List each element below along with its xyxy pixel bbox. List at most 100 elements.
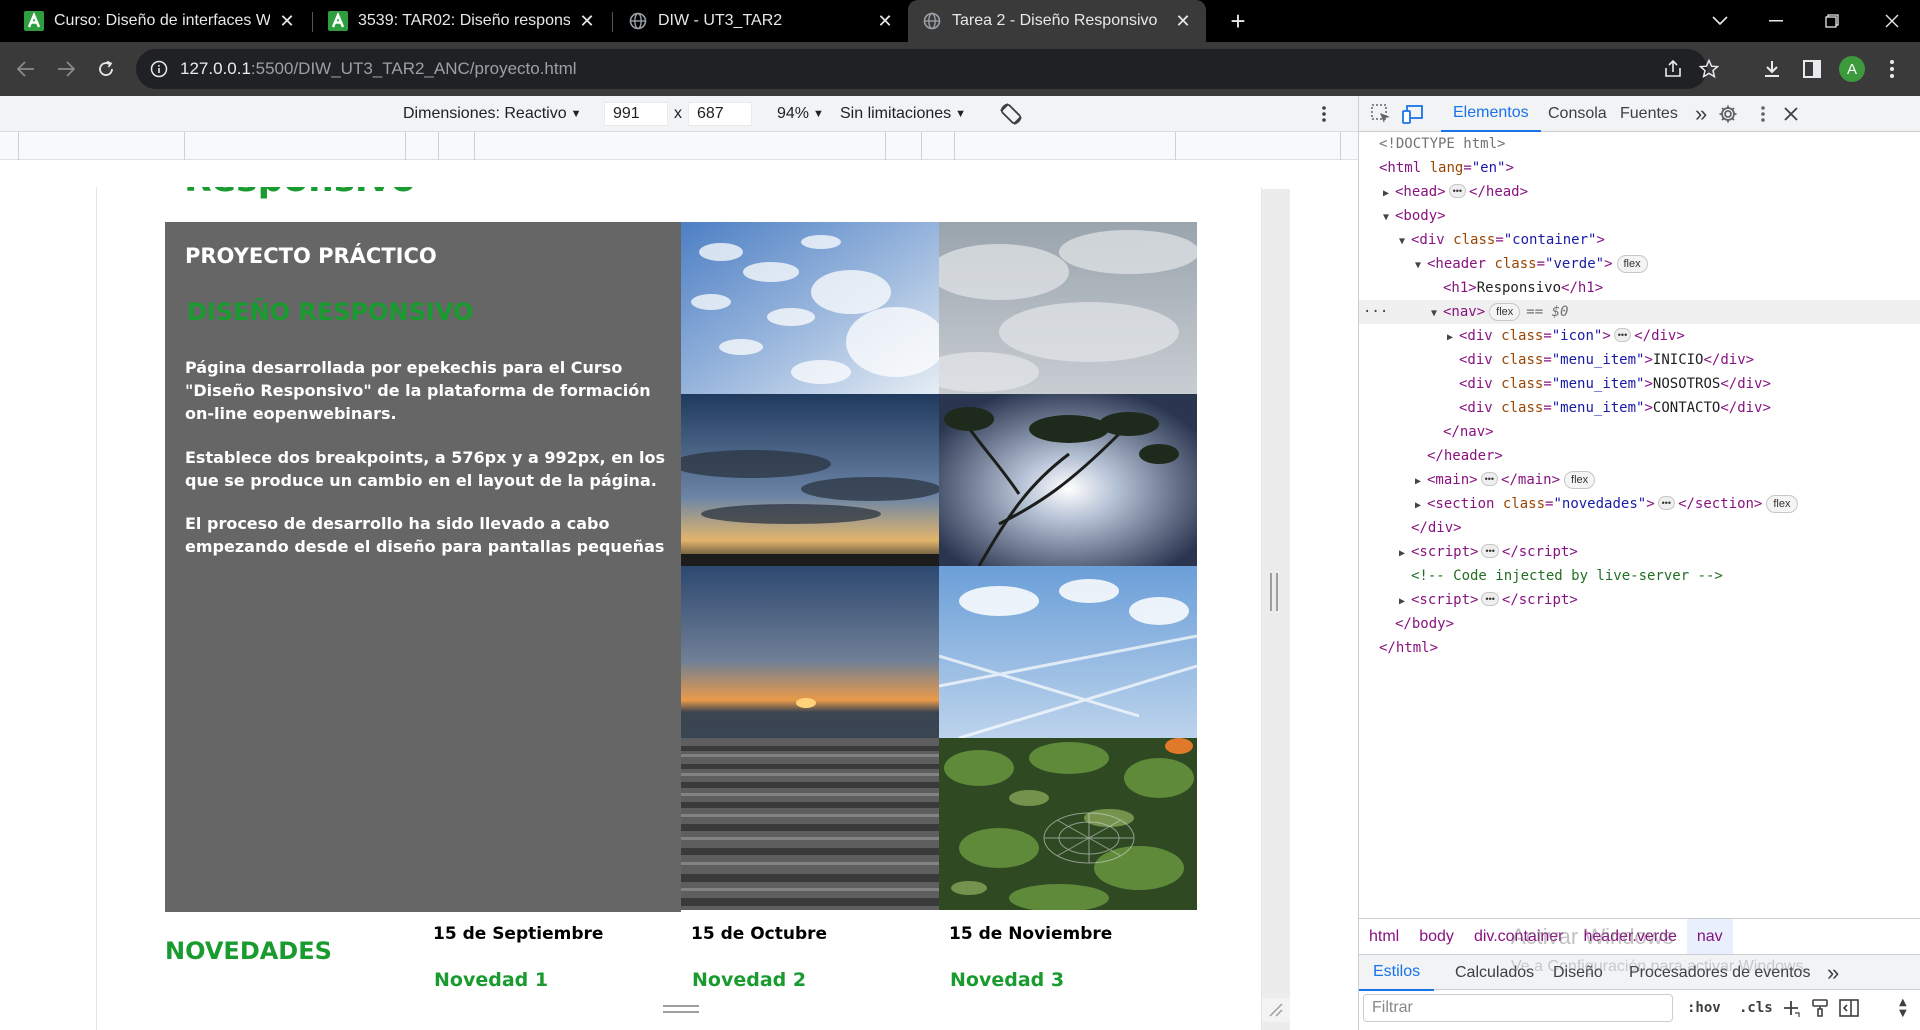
breadcrumb-header[interactable]: header.verde xyxy=(1573,919,1686,955)
tab-consola[interactable]: Consola xyxy=(1536,96,1619,132)
side-panel-icon[interactable] xyxy=(1794,51,1830,87)
flex-badge[interactable]: flex xyxy=(1616,255,1648,273)
dom-node-body[interactable]: ▼ <body> xyxy=(1359,204,1920,228)
more-options-icon[interactable]: ··· xyxy=(1363,300,1388,324)
paint-brush-icon[interactable] xyxy=(1811,994,1829,1022)
tab-diseno[interactable]: Diseño xyxy=(1541,955,1615,991)
flex-badge[interactable]: flex xyxy=(1564,471,1596,489)
window-close-icon[interactable] xyxy=(1864,0,1920,42)
dom-doctype[interactable]: <!DOCTYPE html> xyxy=(1359,132,1920,156)
new-style-rule-icon[interactable] xyxy=(1781,994,1801,1022)
toggle-sidebar-icon[interactable] xyxy=(1839,994,1859,1022)
dom-node-menu-item[interactable]: <div class="menu_item">INICIO</div> xyxy=(1359,348,1920,372)
close-icon[interactable]: ✕ xyxy=(1174,11,1192,32)
dom-node-main[interactable]: ▶ <main> ••• </main> flex xyxy=(1359,468,1920,492)
settings-gear-icon[interactable] xyxy=(1716,102,1740,126)
moodle-a-icon xyxy=(24,11,44,31)
dom-node-script[interactable]: ▶ <script> ••• </script> xyxy=(1359,588,1920,612)
dom-node-html-close[interactable]: </html> xyxy=(1359,636,1920,660)
close-icon[interactable]: ✕ xyxy=(278,11,296,32)
restore-icon[interactable] xyxy=(1804,0,1860,42)
inspect-element-icon[interactable] xyxy=(1369,102,1393,126)
zoom-dropdown[interactable]: 94% ▼ xyxy=(777,96,824,132)
tab-title: DIW - UT3_TAR2 xyxy=(658,12,783,29)
dom-node-comment[interactable]: <!-- Code injected by live-server --> xyxy=(1359,564,1920,588)
tab-search-chevron-icon[interactable] xyxy=(1692,0,1748,42)
dom-node-html[interactable]: <html lang="en"> xyxy=(1359,156,1920,180)
scroll-arrows-icon[interactable]: ▲ ▼ xyxy=(1899,994,1907,1022)
dom-node-script[interactable]: ▶ <script> ••• </script> xyxy=(1359,540,1920,564)
caret-down-icon: ▼ xyxy=(813,108,824,120)
device-toggle-icon[interactable] xyxy=(1401,102,1425,126)
dom-node-menu-item[interactable]: <div class="menu_item">NOSOTROS</div> xyxy=(1359,372,1920,396)
close-devtools-icon[interactable] xyxy=(1779,102,1803,126)
novedad-name: Novedad 1 xyxy=(434,969,549,991)
reload-icon[interactable] xyxy=(88,51,124,87)
tab-estilos[interactable]: Estilos xyxy=(1359,955,1435,991)
tab-curso[interactable]: Curso: Diseño de interfaces Web ✕ xyxy=(10,0,310,42)
dom-node-h1[interactable]: <h1>Responsivo</h1> xyxy=(1359,276,1920,300)
dom-node-header[interactable]: ▼ <header class="verde"> flex xyxy=(1359,252,1920,276)
gallery-image-sunset-clouds xyxy=(681,394,939,566)
close-icon[interactable]: ✕ xyxy=(876,11,894,32)
caret-down-icon: ▼ xyxy=(570,108,582,120)
viewport-width-resize-handle[interactable] xyxy=(1270,573,1278,611)
tab-tar02[interactable]: 3539: TAR02: Diseño responsivo ✕ xyxy=(314,0,610,42)
tab-fuentes[interactable]: Fuentes xyxy=(1608,96,1690,132)
dom-node-body-close[interactable]: </body> xyxy=(1359,612,1920,636)
profile-avatar[interactable]: A xyxy=(1834,51,1870,87)
more-tabs-icon[interactable]: » xyxy=(1695,96,1707,132)
selected-node-marker: == $0 xyxy=(1526,304,1569,320)
dom-node-nav-selected[interactable]: ··· ▼ <nav> flex == $0 xyxy=(1359,300,1920,324)
tab-procesadores-eventos[interactable]: Procesadores de eventos xyxy=(1617,955,1822,991)
width-input[interactable]: 991 xyxy=(604,102,668,126)
browser-menu-icon[interactable] xyxy=(1874,51,1910,87)
device-toolbar-menu-icon[interactable] xyxy=(1322,96,1326,132)
new-tab-button[interactable]: + xyxy=(1222,5,1254,37)
tab-diw[interactable]: DIW - UT3_TAR2 ✕ xyxy=(614,0,908,42)
devtools-menu-icon[interactable] xyxy=(1751,102,1775,126)
dom-node-section[interactable]: ▶ <section class="novedades"> ••• </section… xyxy=(1359,492,1920,516)
dom-node-nav-close[interactable]: </nav> xyxy=(1359,420,1920,444)
dom-node-container-close[interactable]: </div> xyxy=(1359,516,1920,540)
flex-badge[interactable]: flex xyxy=(1766,495,1798,513)
tab-calculados[interactable]: Calculados xyxy=(1443,955,1546,991)
tab-tarea2-active[interactable]: Tarea 2 - Diseño Responsivo ✕ xyxy=(908,0,1206,42)
breadcrumb-nav[interactable]: nav xyxy=(1686,918,1733,955)
dom-node-header-close[interactable]: </header> xyxy=(1359,444,1920,468)
minimize-icon[interactable] xyxy=(1748,0,1804,42)
dom-node-menu-item[interactable]: <div class="menu_item">CONTACTO</div> xyxy=(1359,396,1920,420)
bookmark-star-icon[interactable] xyxy=(1698,58,1720,80)
viewport-corner-resize-handle[interactable] xyxy=(1266,1000,1284,1018)
gallery-image-contrails-sky xyxy=(939,566,1197,738)
dom-node-head[interactable]: ▶ <head> ••• </head> xyxy=(1359,180,1920,204)
site-info-icon[interactable] xyxy=(150,60,168,78)
dom-node-container[interactable]: ▼ <div class="container"> xyxy=(1359,228,1920,252)
more-tabs-icon[interactable]: » xyxy=(1827,955,1839,991)
close-icon[interactable]: ✕ xyxy=(578,11,596,32)
back-arrow-icon[interactable] xyxy=(8,51,44,87)
throttle-dropdown[interactable]: Sin limitaciones ▼ xyxy=(840,96,966,132)
cls-toggle[interactable]: .cls xyxy=(1739,994,1773,1022)
height-input[interactable]: 687 xyxy=(688,102,752,126)
browser-toolbar: 127.0.0.1:5500/DIW_UT3_TAR2_ANC/proyecto… xyxy=(0,42,1920,96)
share-icon[interactable] xyxy=(1662,58,1684,80)
hero-title: PROYECTO PRÁCTICO xyxy=(185,244,437,268)
device-toolbar: Dimensiones: Reactivo ▼ 991 x 687 94% ▼ Si… xyxy=(0,96,1358,132)
flex-badge[interactable]: flex xyxy=(1489,303,1521,321)
rotate-icon[interactable] xyxy=(998,96,1024,132)
breadcrumb-html[interactable]: html xyxy=(1359,919,1409,955)
tab-elementos[interactable]: Elementos xyxy=(1441,96,1541,132)
download-icon[interactable] xyxy=(1754,51,1790,87)
breadcrumb-container[interactable]: div.container xyxy=(1464,919,1574,955)
viewport-height-resize-handle[interactable] xyxy=(663,1005,699,1013)
styles-filter-input[interactable]: Filtrar xyxy=(1363,994,1673,1022)
dimensions-dropdown[interactable]: Dimensiones: Reactivo ▼ xyxy=(403,96,582,132)
hov-toggle[interactable]: :hov xyxy=(1687,994,1721,1022)
address-bar[interactable]: 127.0.0.1:5500/DIW_UT3_TAR2_ANC/proyecto… xyxy=(136,49,1719,89)
forward-arrow-icon[interactable] xyxy=(48,51,84,87)
novedades-title: NOVEDADES xyxy=(165,937,332,965)
comment-text: <!-- Code injected by live-server --> xyxy=(1411,568,1723,584)
breadcrumb-body[interactable]: body xyxy=(1409,919,1464,955)
dom-node-icon-div[interactable]: ▶ <div class="icon"> ••• </div> xyxy=(1359,324,1920,348)
